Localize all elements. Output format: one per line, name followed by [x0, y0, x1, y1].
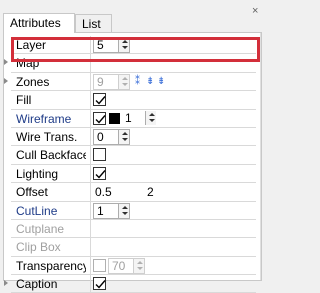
attributes-panel: Layer 5 Map Zones 9 ⁑ ⇟ ⇟ Fill Wireframe…	[3, 32, 262, 293]
property-label-lighting: Lighting	[16, 166, 59, 181]
tab-list[interactable]: List	[75, 14, 112, 32]
zone-down-alt-icon[interactable]: ⇟	[157, 76, 166, 87]
checkmark-icon	[95, 280, 106, 289]
property-row-cull-backface: Cull Backface	[11, 146, 256, 165]
zone-tool-icon[interactable]: ⁑	[135, 76, 144, 87]
wireframe-stepper[interactable]	[145, 110, 156, 125]
layer-value[interactable]: 5	[97, 39, 104, 52]
property-row-clip-box: Clip Box	[11, 238, 256, 257]
property-label-offset: Offset	[16, 185, 48, 200]
decrement-icon	[149, 118, 155, 122]
increment-icon	[122, 205, 128, 209]
caption-checkbox[interactable]	[93, 277, 106, 291]
layer-spinbox[interactable]: 5	[93, 37, 130, 53]
checkmark-icon	[95, 169, 106, 179]
expand-arrow-icon[interactable]	[4, 59, 8, 66]
property-label-fill: Fill	[16, 93, 32, 108]
cutline-value[interactable]: 1	[97, 204, 104, 218]
fill-checkbox[interactable]	[93, 93, 106, 107]
wireframe-width-spinbox[interactable]: 1	[122, 110, 156, 127]
zones-spinbox: 9	[93, 73, 130, 90]
layer-stepper[interactable]	[118, 38, 129, 52]
increment-icon	[149, 112, 155, 116]
wireframe-color-swatch[interactable]	[109, 112, 120, 124]
property-row-cutline: CutLine 1	[11, 201, 256, 220]
expand-arrow-icon[interactable]	[4, 77, 8, 84]
decrement-icon	[122, 137, 128, 141]
property-label-map: Map	[16, 56, 40, 71]
property-label-wireframe: Wireframe	[16, 111, 72, 126]
property-label-cutline: CutLine	[16, 203, 58, 218]
cutline-stepper[interactable]	[118, 203, 129, 218]
zone-down-icon[interactable]: ⇟	[146, 76, 155, 87]
property-label-layer: Layer	[16, 38, 47, 52]
tab-attributes[interactable]: Attributes	[3, 13, 75, 33]
decrement-icon	[122, 46, 128, 49]
wire-trans-spinbox[interactable]: 0	[93, 128, 130, 145]
decrement-icon	[137, 266, 143, 270]
property-row-zones: Zones 9 ⁑ ⇟ ⇟	[4, 72, 256, 92]
property-grid: Layer 5 Map Zones 9 ⁑ ⇟ ⇟ Fill Wireframe…	[4, 36, 256, 293]
transparency-checkbox[interactable]	[93, 258, 106, 272]
offset-factor-field[interactable]: 0.5	[95, 185, 112, 199]
decrement-icon	[122, 211, 128, 215]
zones-value: 9	[97, 74, 104, 89]
property-row-caption: Caption	[4, 275, 256, 293]
increment-icon	[122, 40, 128, 43]
property-label-cull-backface: Cull Backface	[16, 148, 86, 163]
property-row-offset: Offset 0.5 2	[11, 183, 256, 202]
property-label-transparency: Transparency	[16, 258, 86, 273]
increment-icon	[137, 260, 143, 264]
checkmark-icon	[95, 96, 106, 105]
wireframe-checkbox[interactable]	[93, 111, 106, 125]
property-label-caption: Caption	[16, 277, 58, 292]
decrement-icon	[122, 82, 128, 86]
cutline-spinbox[interactable]: 1	[93, 202, 130, 219]
wireframe-width-value[interactable]: 1	[125, 111, 132, 125]
property-row-wireframe: Wireframe 1	[11, 109, 256, 128]
property-row-transparency: Transparency 70	[11, 256, 256, 276]
tab-bar: Attributes List ×	[0, 0, 265, 33]
transparency-spinbox: 70	[108, 257, 145, 274]
property-label-zones: Zones	[16, 74, 50, 89]
wire-trans-stepper[interactable]	[118, 129, 129, 144]
increment-icon	[122, 131, 128, 135]
scrollbar[interactable]	[260, 33, 261, 280]
offset-units-field[interactable]: 2	[147, 185, 154, 199]
property-label-cutplane: Cutplane	[16, 221, 65, 236]
close-icon[interactable]: ×	[252, 5, 258, 17]
property-row-map: Map	[4, 54, 256, 73]
checkmark-icon	[95, 114, 106, 124]
expand-arrow-icon[interactable]	[4, 280, 8, 287]
cull-backface-checkbox[interactable]	[93, 148, 106, 162]
property-row-lighting: Lighting	[11, 164, 256, 184]
lighting-checkbox[interactable]	[93, 166, 106, 180]
property-row-wire-trans: Wire Trans. 0	[11, 127, 256, 147]
increment-icon	[122, 76, 128, 80]
property-label-clip-box: Clip Box	[16, 240, 61, 255]
property-row-layer: Layer 5	[11, 36, 256, 55]
transparency-value: 70	[112, 258, 126, 273]
property-label-wire-trans: Wire Trans.	[16, 129, 78, 144]
property-row-fill: Fill	[11, 91, 256, 110]
wire-trans-value[interactable]: 0	[97, 130, 104, 144]
property-row-cutplane: Cutplane	[11, 219, 256, 239]
